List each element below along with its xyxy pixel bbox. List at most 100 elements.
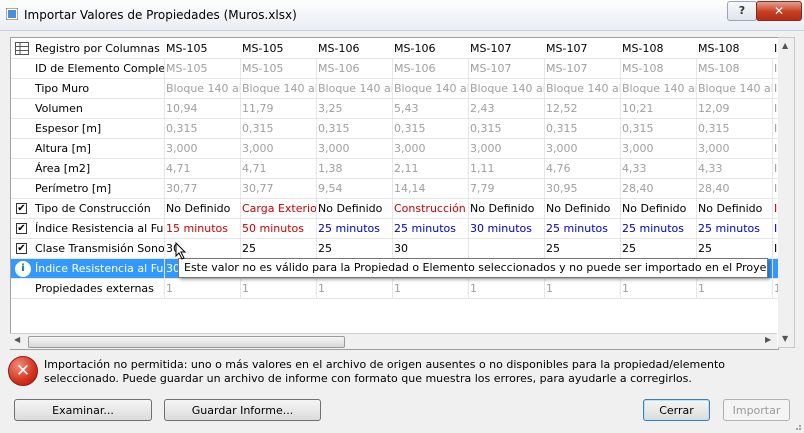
grid-cell[interactable]: MS-105 [240, 62, 316, 78]
scroll-right-icon[interactable]: ▶ [765, 335, 771, 344]
grid-cell[interactable]: 28,40 [696, 182, 772, 198]
grid-cell[interactable]: 25 minutos [544, 222, 620, 238]
grid-cell[interactable]: 25 [316, 242, 392, 258]
grid-cell[interactable]: Bloque 140 aislado [392, 82, 468, 98]
table-row[interactable]: ✔ Índice Resistencia al Fuego15 minutos50… [11, 219, 778, 239]
grid-cell[interactable]: 5,43 [392, 102, 468, 118]
grid-cell[interactable]: 12,52 [544, 102, 620, 118]
browse-button[interactable]: Examinar... [14, 399, 152, 421]
grid-cell[interactable]: 10,21 [620, 102, 696, 118]
grid-cell[interactable]: 28,40 [620, 182, 696, 198]
table-row[interactable]: Espesor [m] 0,315 0,315 0,315 0,315 0,315 0,31… [11, 119, 778, 139]
grid-cell[interactable]: 25 minutos [316, 222, 392, 238]
grid-cell[interactable]: 3,25 [316, 102, 392, 118]
table-row[interactable]: Propiedades externas111111111 [11, 279, 778, 299]
grid-cell[interactable]: 0,315 [620, 122, 696, 138]
grid-cell[interactable]: MS-106 [392, 62, 468, 78]
grid-cell[interactable]: 1 [544, 282, 620, 298]
grid-cell[interactable]: 1 [620, 282, 696, 298]
grid-cell[interactable]: 25 [240, 242, 316, 258]
column-header[interactable]: MS-105 [164, 42, 240, 58]
grid-cell[interactable]: 4,33 [696, 162, 772, 178]
grid-cell[interactable]: 1 [316, 282, 392, 298]
grid-cell[interactable]: 3,000 [392, 142, 468, 158]
grid-cell[interactable]: 25 [620, 242, 696, 258]
grid-cell[interactable]: Bloque 140 aislado [696, 82, 772, 98]
grid-cell[interactable]: 15 minutos [164, 222, 240, 238]
grid-cell[interactable]: 25 minutos [392, 222, 468, 238]
property-grid[interactable]: Registro por Columnas MS-105 MS-105 MS-106 M… [10, 37, 779, 350]
vertical-scrollbar[interactable]: ▲ ▼ [778, 37, 795, 348]
scroll-left-icon[interactable]: ◀ [14, 335, 20, 344]
grid-cell[interactable]: 1 [696, 282, 772, 298]
grid-cell[interactable]: 0,315 [316, 122, 392, 138]
grid-cell[interactable]: No Definido [620, 202, 696, 218]
grid-cell[interactable]: 11,79 [240, 102, 316, 118]
grid-cell[interactable]: No Definido [164, 202, 240, 218]
grid-cell[interactable]: 0,315 [468, 122, 544, 138]
grid-cell[interactable]: Bloque 140 aislado [620, 82, 696, 98]
column-header[interactable]: MS-107 [544, 42, 620, 58]
grid-cell[interactable]: 3,000 [164, 142, 240, 158]
close-window-button[interactable]: ✕ [756, 1, 802, 21]
grid-cell[interactable]: 0,315 [696, 122, 772, 138]
column-header[interactable]: MS-107 [468, 42, 544, 58]
grid-cell[interactable]: 4,71 [240, 162, 316, 178]
grid-cell[interactable]: 12,09 [696, 102, 772, 118]
grid-cell[interactable]: 30,77 [164, 182, 240, 198]
column-header[interactable]: MS-108 [696, 42, 772, 58]
table-row[interactable]: Área [m2] 4,71 4,71 1,38 2,11 1,11 4,76 4,33 4,3… [11, 159, 778, 179]
grid-cell[interactable]: Carga Exterior [240, 202, 316, 218]
table-row[interactable]: Perímetro [m] 30,77 30,77 9,54 14,14 7,79 30,9… [11, 179, 778, 199]
grid-cell[interactable]: Bloque 140 aislado [316, 82, 392, 98]
grid-cell[interactable]: No Definido [544, 202, 620, 218]
grid-cell[interactable]: 1 [240, 282, 316, 298]
grid-cell[interactable]: 2,43 [468, 102, 544, 118]
table-row[interactable]: Tipo MuroBloque 140 aisladoBloque 140 ai… [11, 79, 778, 99]
help-button[interactable]: ? [727, 1, 757, 21]
grid-cell[interactable]: Bloque 140 aislado [240, 82, 316, 98]
grid-cell[interactable]: 25 [544, 242, 620, 258]
title-bar[interactable]: Importar Valores de Propiedades (Muros.x… [0, 0, 804, 31]
table-row[interactable]: ✔ Clase Transmisión Sonora 30 25 25 30 25 25 25 I [11, 239, 778, 259]
close-button[interactable]: Cerrar [643, 399, 710, 421]
grid-cell[interactable]: No Definido [316, 202, 392, 218]
grid-cell[interactable]: 1 [468, 282, 544, 298]
grid-cell[interactable]: Bloque 140 aislado [468, 82, 544, 98]
grid-cell[interactable]: 1 [392, 282, 468, 298]
grid-cell[interactable]: 0,315 [544, 122, 620, 138]
row-checkbox[interactable]: ✔ [16, 243, 27, 254]
grid-cell[interactable]: MS-108 [696, 62, 772, 78]
grid-cell[interactable]: 0,315 [240, 122, 316, 138]
grid-cell[interactable]: 1,11 [468, 162, 544, 178]
grid-cell[interactable]: 4,76 [544, 162, 620, 178]
scroll-up-icon[interactable]: ▲ [782, 41, 788, 50]
grid-cell[interactable]: 3,000 [544, 142, 620, 158]
grid-cell[interactable]: 14,14 [392, 182, 468, 198]
grid-cell[interactable]: MS-105 [164, 62, 240, 78]
table-row[interactable]: Altura [m] 3,000 3,000 3,000 3,000 3,000 3,000… [11, 139, 778, 159]
grid-cell[interactable]: 10,94 [164, 102, 240, 118]
grid-cell[interactable]: 30,77 [240, 182, 316, 198]
grid-cell[interactable] [468, 242, 544, 258]
column-header[interactable]: MS-105 [240, 42, 316, 58]
horizontal-scroll-thumb[interactable] [28, 336, 345, 348]
grid-cell[interactable]: 1,38 [316, 162, 392, 178]
horizontal-scrollbar[interactable]: ◀ ▶ [10, 333, 777, 349]
grid-cell[interactable]: MS-106 [316, 62, 392, 78]
table-row[interactable]: ✔ Tipo de Construcción No Definido Carga Ex… [11, 199, 778, 219]
table-row[interactable]: Volumen 10,94 11,79 3,25 5,43 2,43 12,52 10,21 1… [11, 99, 778, 119]
grid-cell[interactable]: 4,71 [164, 162, 240, 178]
grid-cell[interactable]: 3,000 [240, 142, 316, 158]
grid-cell[interactable]: MS-108 [620, 62, 696, 78]
grid-cell[interactable]: 30,95 [544, 182, 620, 198]
column-header[interactable]: MS-108 [620, 42, 696, 58]
row-checkbox[interactable]: ✔ [16, 223, 27, 234]
grid-cell[interactable]: 25 minutos [620, 222, 696, 238]
grid-cell[interactable]: 4,33 [620, 162, 696, 178]
grid-cell[interactable]: MS-107 [468, 62, 544, 78]
grid-cell[interactable]: 25 [696, 242, 772, 258]
grid-cell[interactable]: Bloque 140 aislado [164, 82, 240, 98]
grid-cell[interactable]: 3,000 [696, 142, 772, 158]
import-button[interactable]: Importar [723, 399, 790, 421]
